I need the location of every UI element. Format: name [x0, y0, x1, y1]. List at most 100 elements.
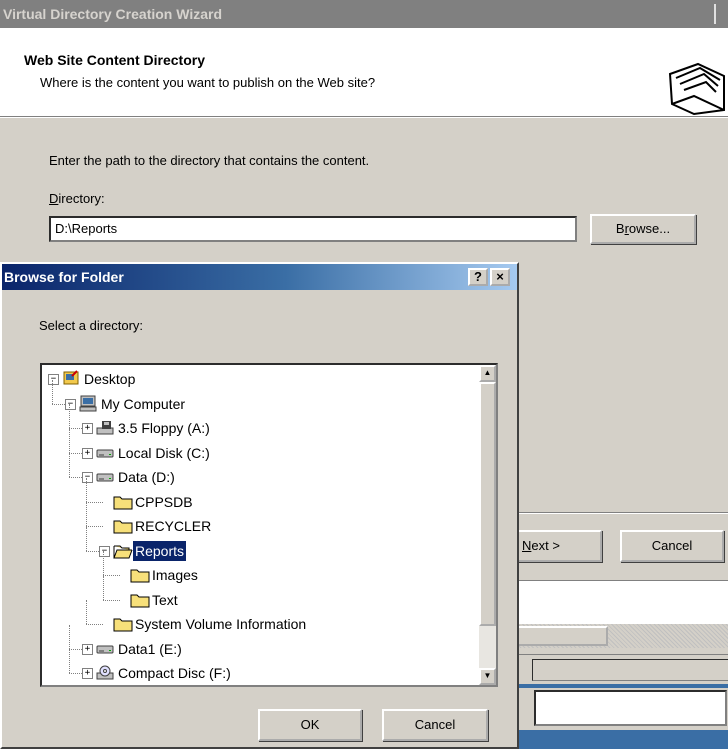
hard-drive-icon	[96, 444, 114, 467]
tree-connector	[103, 551, 104, 575]
tree-item-label: Desktop	[84, 371, 136, 387]
wizard-title: Virtual Directory Creation Wizard	[3, 6, 223, 22]
dialog-title: Browse for Folder	[4, 269, 124, 285]
tree-item[interactable]: − Data (D:)	[42, 453, 472, 487]
tree-item-label: Data1 (E:)	[118, 640, 182, 657]
ok-button[interactable]: OK	[258, 709, 362, 741]
tree-item[interactable]: − My Computer	[42, 379, 472, 414]
expand-icon[interactable]: +	[82, 447, 93, 459]
collapse-icon[interactable]: −	[82, 472, 93, 483]
tree-item-label: Local Disk (C:)	[118, 444, 210, 461]
background-taskbar	[516, 684, 728, 749]
floppy-drive-icon	[96, 419, 114, 442]
directory-label-rest: irectory:	[58, 191, 105, 206]
wizard-title-bar: Virtual Directory Creation Wizard	[0, 0, 728, 28]
tree-connector	[86, 526, 103, 527]
tree-item-label: Images	[152, 567, 198, 583]
tree-item[interactable]: CPPSDB	[42, 477, 472, 512]
tree-connector	[86, 477, 87, 502]
tree-connector	[86, 526, 87, 551]
tree-item[interactable]: +3.5 Floppy (A:)	[42, 404, 472, 438]
tree-connector	[86, 502, 87, 526]
scroll-thumb[interactable]	[479, 382, 496, 626]
taskbar-panel	[516, 688, 728, 730]
scroll-up-button[interactable]: ▲	[479, 365, 496, 382]
tree-connector	[86, 624, 103, 625]
dialog-prompt: Select a directory:	[39, 318, 144, 333]
tree-connector	[86, 600, 87, 624]
wizard-cancel-button[interactable]: Cancel	[620, 530, 724, 562]
tree-connector	[69, 624, 70, 649]
hard-drive-icon	[96, 468, 114, 491]
tree-item[interactable]: + Compact Disc (F:)	[42, 649, 472, 683]
next-label-rest: ext >	[531, 538, 560, 553]
tree-item[interactable]: RECYCLER	[42, 502, 472, 536]
page-subtitle: Where is the content you want to publish…	[40, 75, 376, 90]
collapse-icon[interactable]: −	[99, 545, 110, 557]
tree-connector	[103, 575, 120, 576]
cd-drive-icon	[96, 664, 114, 685]
scroll-down-button[interactable]: ▼	[479, 668, 496, 685]
page-title: Web Site Content Directory	[24, 52, 205, 68]
next-label-hotkey: N	[522, 538, 532, 553]
browse-label-pre: B	[615, 221, 625, 236]
folder-icon	[130, 591, 150, 614]
tree-connector	[69, 404, 70, 428]
taskbar-field[interactable]	[534, 690, 727, 726]
expand-icon[interactable]: +	[82, 668, 93, 679]
folder-icon	[113, 517, 133, 540]
browse-for-folder-dialog: Browse for Folder ? × Select a directory…	[0, 262, 519, 749]
tree-item-label: System Volume Information	[135, 616, 307, 632]
close-button[interactable]: ×	[490, 268, 510, 286]
tree-item[interactable]: − Reports	[42, 526, 472, 562]
background-window-button[interactable]	[516, 626, 608, 646]
directory-label-hotkey: D	[49, 191, 59, 206]
browse-button[interactable]: Browse...	[590, 214, 696, 244]
tree-item[interactable]: System Volume Information	[42, 600, 472, 634]
title-bar-button-edge[interactable]	[714, 4, 728, 24]
tree-item-label: Data (D:)	[118, 469, 175, 485]
dialog-title-bar: Browse for Folder ? ×	[2, 264, 517, 290]
tree-connector	[103, 575, 104, 600]
folder-icon	[113, 493, 133, 516]
tree-connector	[69, 453, 70, 477]
hard-drive-icon	[96, 640, 114, 663]
next-button[interactable]: Next >	[516, 530, 602, 562]
expand-icon[interactable]: +	[82, 423, 93, 434]
tree-item[interactable]: − Desktop	[42, 369, 472, 389]
status-pane	[532, 659, 728, 681]
directory-input[interactable]: D:\Reports	[49, 216, 577, 242]
tree-item-label: 3.5 Floppy (A:)	[118, 420, 210, 436]
tree-item[interactable]: + Data1 (E:)	[42, 624, 472, 659]
tree-connector	[52, 379, 53, 404]
directory-label: Directory:	[49, 191, 105, 206]
tree-item[interactable]: + Local Disk (C:)	[42, 428, 472, 463]
tree-item-label: Reports	[131, 539, 188, 562]
open-folder-icon	[113, 542, 133, 565]
browse-label-post: owse...	[628, 221, 671, 236]
tree-item-label: RECYCLER	[135, 518, 212, 534]
tree-connector	[86, 501, 103, 503]
collapse-icon[interactable]: −	[48, 374, 59, 385]
tree-item[interactable]: Images	[42, 551, 472, 585]
expand-icon[interactable]: +	[82, 643, 93, 655]
background-window-panel	[516, 580, 728, 625]
tree-item-label: Compact Disc (F:)	[118, 665, 231, 681]
instruction-text: Enter the path to the directory that con…	[49, 153, 370, 168]
folder-icon	[113, 615, 133, 638]
tree-item-label: Text	[152, 591, 178, 608]
help-button[interactable]: ?	[468, 268, 488, 286]
background-status-bar	[516, 654, 728, 686]
dialog-cancel-button[interactable]: Cancel	[382, 709, 488, 741]
tree-connector	[69, 428, 70, 453]
folder-tree[interactable]: − Desktop − My Computer +3.5 Floppy (A:) + Loc…	[40, 363, 498, 687]
tree-scrollbar[interactable]: ▲ ▼	[479, 365, 496, 685]
tree-connector	[103, 599, 120, 601]
desktop-icon	[62, 370, 80, 393]
tree-connector	[69, 649, 70, 673]
tree-item[interactable]: Text	[42, 575, 472, 610]
folder-icon	[130, 566, 150, 589]
tree-item-label: CPPSDB	[135, 493, 193, 510]
file-folders-icon	[664, 60, 728, 116]
collapse-icon[interactable]: −	[65, 398, 76, 410]
